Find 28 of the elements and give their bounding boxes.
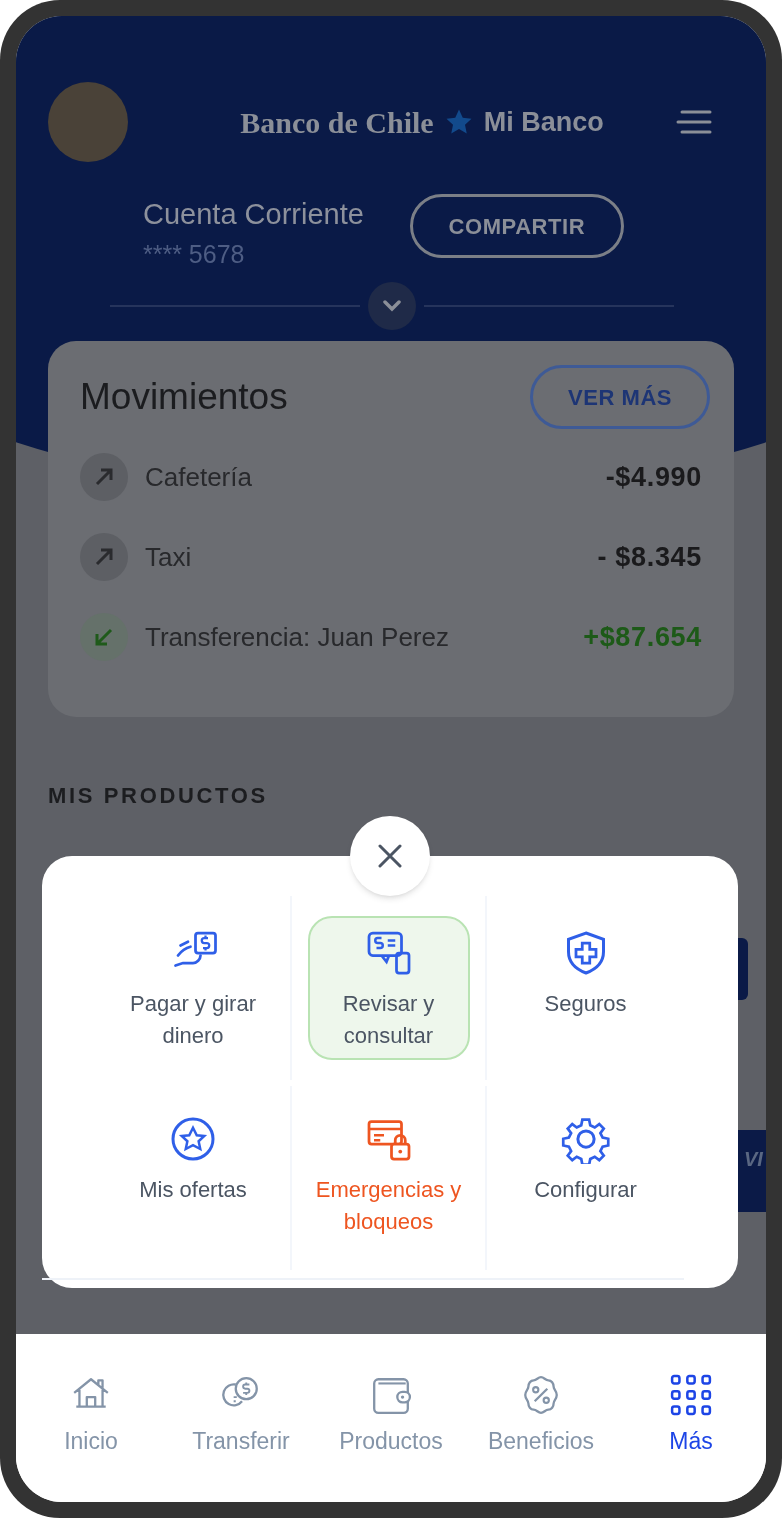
card-title: Movimientos — [80, 375, 288, 420]
menu-icon[interactable] — [676, 110, 712, 134]
transaction-name: Transferencia: Juan Perez — [145, 620, 450, 654]
account-title: Cuenta Corriente — [143, 197, 364, 232]
transaction-amount: -$4.990 — [605, 460, 702, 494]
arrow-up-right-icon — [80, 533, 128, 581]
menu-item[interactable]: Revisar y consultar — [307, 916, 470, 1060]
transaction-name: Cafetería — [145, 460, 253, 494]
share-button[interactable]: COMPARTIR — [409, 194, 624, 258]
arrow-up-right-icon — [80, 453, 128, 501]
chevron-down-icon — [382, 300, 402, 312]
account-number: **** 5678 — [143, 239, 246, 270]
arrow-down-left-icon — [80, 613, 128, 661]
grid-icon — [670, 1374, 712, 1416]
bank-logo: Banco de Chile — [240, 104, 434, 141]
card-brand: VI — [744, 1147, 763, 1172]
close-icon — [378, 844, 402, 868]
nav-tab[interactable]: Más — [616, 1374, 766, 1456]
transaction-amount: +$87.654 — [583, 620, 702, 654]
app-name: Mi Banco — [483, 105, 604, 139]
nav-tab[interactable]: Transferir — [166, 1374, 316, 1456]
transaction-amount: - $8.345 — [597, 540, 702, 574]
nav-tab[interactable]: Beneficios — [466, 1374, 616, 1456]
nav-tab[interactable]: Inicio — [16, 1374, 166, 1456]
nav-tab[interactable]: Productos — [316, 1374, 466, 1456]
section-title: MIS PRODUCTOS — [48, 782, 269, 810]
transaction-name: Taxi — [145, 540, 193, 574]
close-button[interactable] — [350, 816, 430, 896]
